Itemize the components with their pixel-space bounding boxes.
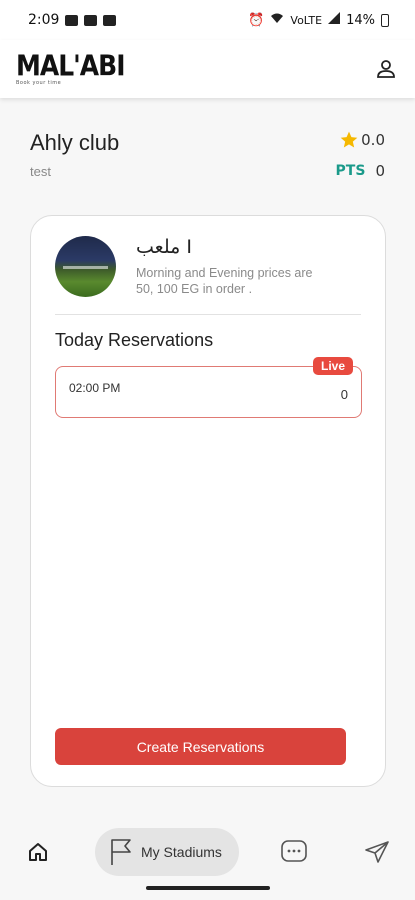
reservation-time: 02:00 PM bbox=[69, 381, 121, 395]
club-stats: 0.0 PTS 0 bbox=[336, 130, 385, 180]
club-header: Ahly club test 0.0 PTS 0 bbox=[30, 130, 385, 180]
status-bar: 2:09 ⏰ VoLTE 14% bbox=[0, 0, 415, 40]
club-name: Ahly club bbox=[30, 130, 120, 155]
chat-icon bbox=[281, 840, 307, 862]
status-right: ⏰ VoLTE 14% bbox=[248, 12, 389, 28]
youtube-notification-icon bbox=[65, 14, 79, 26]
nav-chat[interactable] bbox=[281, 840, 307, 868]
nav-send[interactable] bbox=[364, 840, 390, 868]
club-subtitle: test bbox=[30, 164, 51, 179]
bottom-navigation: My Stadiums bbox=[0, 820, 415, 884]
network-label: VoLTE bbox=[290, 13, 323, 27]
app-header: MAL'ABI Book your time bbox=[0, 40, 415, 98]
battery-icon bbox=[381, 13, 389, 27]
stadium-name: ملعب I bbox=[136, 236, 192, 258]
status-time: 2:09 bbox=[28, 12, 60, 28]
user-icon bbox=[377, 60, 395, 78]
logo-wordmark: MAL'ABI bbox=[16, 48, 126, 82]
battery-level: 14% bbox=[346, 12, 375, 28]
home-icon bbox=[29, 843, 47, 861]
today-reservations-title: Today Reservations bbox=[55, 330, 214, 350]
profile-button[interactable] bbox=[375, 58, 397, 80]
create-reservations-button[interactable]: Create Reservations bbox=[55, 728, 346, 765]
send-icon bbox=[365, 841, 389, 863]
stadium-photo bbox=[55, 236, 116, 297]
rating-value: 0.0 bbox=[361, 131, 385, 149]
stadium-summary[interactable]: ملعب I Morning and Evening prices are 50… bbox=[55, 236, 316, 297]
pts-value: 0 bbox=[375, 162, 385, 180]
nav-home[interactable] bbox=[28, 842, 48, 866]
nav-my-stadiums[interactable]: My Stadiums bbox=[95, 828, 239, 876]
linkedin-notification-icon bbox=[84, 14, 98, 26]
stadium-card: ملعب I Morning and Evening prices are 50… bbox=[30, 215, 386, 787]
star-icon bbox=[340, 131, 358, 148]
reservation-count: 0 bbox=[340, 387, 348, 402]
wifi-icon bbox=[270, 12, 284, 28]
gallery-notification-icon bbox=[103, 14, 117, 26]
club-info: Ahly club test bbox=[30, 130, 119, 180]
app-logo: MAL'ABI Book your time bbox=[16, 48, 126, 86]
alarm-icon: ⏰ bbox=[248, 12, 265, 28]
stadium-info: ملعب I Morning and Evening prices are 50… bbox=[136, 236, 316, 297]
card-divider bbox=[55, 314, 361, 315]
live-badge: Live bbox=[312, 357, 353, 375]
rating-row: 0.0 bbox=[339, 130, 385, 150]
nav-my-stadiums-label: My Stadiums bbox=[141, 844, 222, 860]
gesture-bar bbox=[146, 886, 270, 890]
pts-label: PTS bbox=[335, 163, 366, 179]
reservation-item[interactable]: 02:00 PM 0 Live bbox=[55, 357, 362, 418]
stadium-description: Morning and Evening prices are 50, 100 E… bbox=[136, 265, 313, 296]
signal-icon bbox=[328, 12, 341, 28]
flag-icon bbox=[111, 839, 131, 865]
points-row: PTS 0 bbox=[336, 162, 385, 180]
status-left: 2:09 bbox=[28, 12, 117, 28]
